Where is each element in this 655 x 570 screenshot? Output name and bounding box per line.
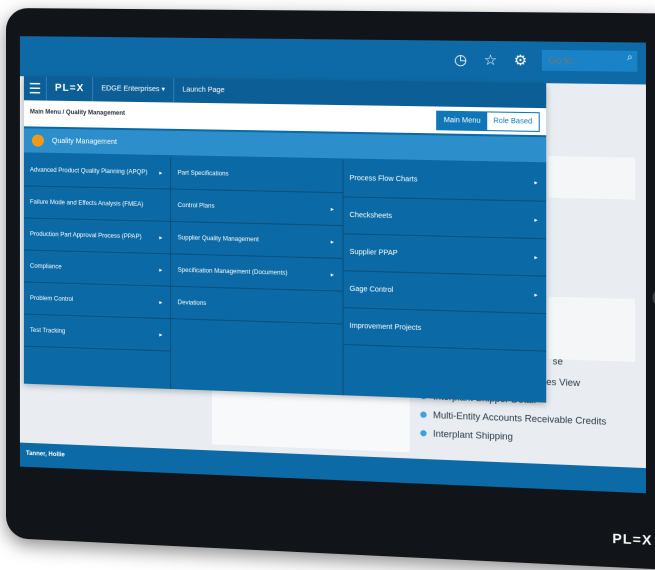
chevron-right-icon: ▸: [159, 331, 162, 338]
bullet-icon: [420, 430, 426, 436]
chevron-right-icon: ▸: [534, 291, 537, 298]
chevron-right-icon: ▸: [159, 299, 162, 306]
chevron-right-icon: ▸: [159, 234, 162, 241]
background-card: [548, 156, 635, 199]
chevron-right-icon: ▸: [159, 169, 162, 176]
background-card: [548, 297, 635, 362]
user-name[interactable]: Tanner, Hollie: [26, 451, 65, 459]
company-selector[interactable]: EDGE Enterprises ▾: [93, 77, 174, 102]
menu-item-supplier-quality[interactable]: Supplier Quality Management ▸: [172, 222, 343, 259]
role-based-button[interactable]: Role Based: [487, 112, 539, 130]
main-menu-button[interactable]: Main Menu: [437, 112, 487, 130]
app-screen: ◷ ☆ ⚙ ? ⌕ se Multi-Entity Supplier Invoi…: [20, 36, 646, 493]
chevron-right-icon: ▸: [331, 271, 334, 278]
menu-item-apqp[interactable]: Advanced Product Quality Planning (APQP)…: [24, 154, 171, 189]
menu-item-fmea[interactable]: Failure Mode and Effects Analysis (FMEA): [24, 186, 171, 222]
plex-logo: PL=X: [47, 77, 93, 102]
menu-column-3: Process Flow Charts ▸ Checksheets ▸ Suppli…: [343, 160, 546, 402]
quality-management-icon: [32, 134, 44, 146]
breadcrumb[interactable]: Main Menu / Quality Management: [30, 109, 125, 117]
menu-item-test-tracking[interactable]: Test Tracking ▸: [24, 315, 171, 352]
menu-column-2: Part Specifications Control Plans ▸ Suppl…: [172, 157, 344, 395]
goto-search-input[interactable]: [542, 50, 637, 72]
chevron-right-icon: ▸: [534, 179, 537, 186]
chevron-right-icon: ▸: [159, 266, 162, 273]
launch-page-link[interactable]: Launch Page: [174, 78, 233, 103]
menu-grid: Advanced Product Quality Planning (APQP)…: [24, 154, 546, 402]
clock-icon[interactable]: ◷: [452, 51, 469, 68]
menu-panel: ☰ PL=X EDGE Enterprises ▾ Launch Page Ma…: [24, 76, 546, 402]
menu-item-ppap[interactable]: Production Part Approval Process (PPAP) ▸: [24, 218, 171, 254]
chevron-down-icon: ▾: [161, 86, 165, 93]
background-partial-text: se: [553, 356, 563, 367]
chevron-right-icon: ▸: [534, 254, 537, 261]
menu-item-deviations[interactable]: Deviations: [172, 287, 343, 325]
menu-item-compliance[interactable]: Compliance ▸: [24, 250, 171, 286]
menu-item-improvement-projects[interactable]: Improvement Projects: [343, 308, 546, 352]
menu-item-gage-control[interactable]: Gage Control ▸: [343, 271, 546, 314]
menu-item-control-plans[interactable]: Control Plans ▸: [172, 190, 343, 226]
star-icon[interactable]: ☆: [482, 51, 499, 68]
chevron-right-icon: ▸: [331, 205, 334, 212]
settings-icon[interactable]: ⚙: [512, 52, 529, 69]
menu-mode-toggle: Main Menu Role Based: [436, 111, 539, 132]
status-bar: Tanner, Hollie: [20, 443, 646, 494]
menu-item-problem-control[interactable]: Problem Control ▸: [24, 283, 171, 320]
hamburger-menu-icon[interactable]: ☰: [24, 76, 47, 100]
tablet-device: ◷ ☆ ⚙ ? ⌕ se Multi-Entity Supplier Invoi…: [6, 8, 655, 570]
bullet-icon: [420, 411, 426, 417]
menu-item-supplier-ppap[interactable]: Supplier PPAP ▸: [343, 234, 546, 276]
section-title: Quality Management: [52, 137, 117, 145]
menu-item-spec-management[interactable]: Specification Management (Documents) ▸: [172, 254, 343, 291]
chevron-right-icon: ▸: [331, 238, 334, 245]
chevron-right-icon: ▸: [534, 216, 537, 223]
search-icon[interactable]: ⌕: [627, 52, 633, 64]
menu-item-checksheets[interactable]: Checksheets ▸: [343, 197, 546, 239]
menu-item-process-flow-charts[interactable]: Process Flow Charts ▸: [343, 160, 546, 201]
plex-bezel-logo: PL=X: [612, 530, 652, 548]
menu-item-part-specifications[interactable]: Part Specifications: [172, 157, 343, 193]
menu-column-1: Advanced Product Quality Planning (APQP)…: [24, 154, 172, 389]
company-label: EDGE Enterprises: [101, 85, 159, 93]
